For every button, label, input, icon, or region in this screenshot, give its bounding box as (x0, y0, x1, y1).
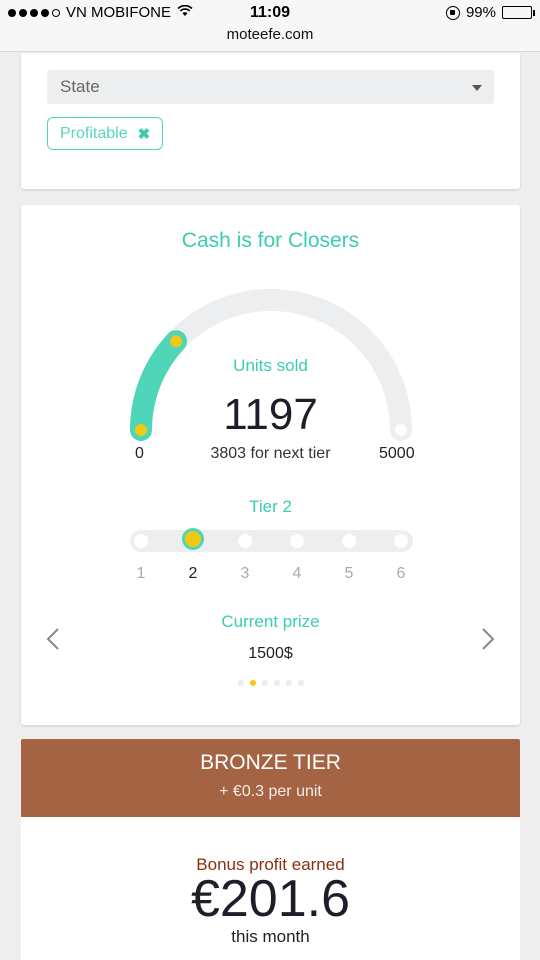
bonus-card: Bonus profit earned €201.6 this month (21, 817, 520, 960)
battery-icon (502, 6, 535, 19)
carousel-dot[interactable] (285, 680, 292, 686)
tier-banner: BRONZE TIER + €0.3 per unit (21, 739, 520, 817)
filter-card: State Profitable ✖ (21, 53, 520, 189)
tier-number-1: 1 (136, 565, 146, 582)
bonus-period: this month (231, 927, 310, 946)
state-select[interactable]: State (47, 70, 494, 104)
carousel-dot[interactable] (297, 680, 304, 686)
tier-label: Tier 2 (249, 497, 292, 516)
tier-step-3[interactable] (238, 534, 252, 548)
tier-step-5[interactable] (342, 534, 356, 548)
goal-card: Cash is for Closers Units sold 1197 0 38… (21, 205, 520, 725)
carousel-dot[interactable] (249, 680, 256, 686)
battery-percent: 99% (465, 4, 496, 21)
units-sold-value: 1197 (223, 390, 318, 439)
carousel-dot[interactable] (273, 680, 280, 686)
carousel-dot[interactable] (237, 680, 244, 686)
caret-down-icon (472, 85, 482, 91)
tier-track (130, 528, 413, 552)
current-prize-label: Current prize (221, 612, 320, 631)
tier-number-4: 4 (292, 565, 302, 582)
gauge-max-label: 5000 (379, 445, 415, 462)
tier-bonus-rate: + €0.3 per unit (219, 783, 322, 800)
tier-step-1[interactable] (134, 534, 148, 548)
tier-step-6[interactable] (394, 534, 408, 548)
current-prize-value: 1500$ (248, 645, 293, 662)
state-select-value: State (60, 77, 100, 96)
tier-number-6: 6 (396, 565, 406, 582)
tier-number-2: 2 (188, 565, 198, 582)
status-right: 99% (445, 4, 535, 21)
tier-step-2[interactable] (182, 528, 204, 550)
tier-name: BRONZE TIER (200, 751, 341, 774)
tier-number-3: 3 (240, 565, 250, 582)
filter-chip-profitable: Profitable ✖ (47, 117, 164, 150)
tier-step-4[interactable] (290, 534, 304, 548)
carousel-dot[interactable] (261, 680, 268, 686)
units-sold-label: Units sold (233, 356, 308, 375)
carousel-pagination (21, 680, 520, 686)
filter-chip-label: Profitable (60, 124, 128, 142)
tier-number-5: 5 (344, 565, 354, 582)
status-bar: VN MOBIFONE 11:09 99% moteefe.com (0, 0, 540, 52)
address-bar-url[interactable]: moteefe.com (0, 26, 540, 43)
gauge-progress-marker (170, 335, 183, 348)
remove-filter-icon[interactable]: ✖ (138, 125, 151, 143)
bonus-profit-value: €201.6 (190, 870, 351, 928)
orientation-lock-icon (445, 5, 460, 20)
next-tier-text: 3803 for next tier (210, 445, 331, 462)
